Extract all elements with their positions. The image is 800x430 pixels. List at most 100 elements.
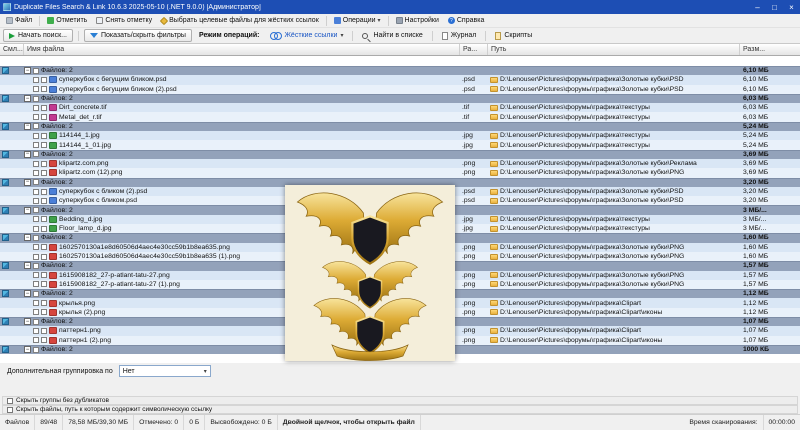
group-checkbox[interactable] <box>33 207 39 214</box>
group-row[interactable]: − Файлов: 2 6,03 МБ <box>0 93 800 104</box>
column-header-filename[interactable]: Имя файла <box>24 44 460 55</box>
start-search-button[interactable]: Начать поиск... <box>3 29 73 42</box>
collapse-toggle[interactable]: − <box>24 95 31 103</box>
file-mark-checkbox[interactable] <box>41 169 47 176</box>
file-mark-checkbox[interactable] <box>41 300 47 307</box>
file-row[interactable]: суперкубок с бегущим бликом.psd .psd D:\… <box>0 75 800 85</box>
collapse-toggle[interactable]: − <box>24 290 31 298</box>
file-mark-checkbox[interactable] <box>41 337 47 344</box>
file-mark-checkbox[interactable] <box>41 86 47 93</box>
file-row[interactable]: Metal_det_r.tif .tif D:\Lenouser\Picture… <box>0 112 800 122</box>
collapse-toggle[interactable]: − <box>24 234 31 242</box>
group-checkbox[interactable] <box>33 290 39 297</box>
menu-unmark[interactable]: Снять отметку <box>92 14 156 27</box>
group-checkbox[interactable] <box>33 95 39 102</box>
file-checkbox[interactable] <box>33 309 39 316</box>
hardlink-mode-dropdown[interactable]: Жёсткие ссылки ▾ <box>266 29 347 42</box>
file-mark-checkbox[interactable] <box>41 253 47 260</box>
file-mark-checkbox[interactable] <box>41 188 47 195</box>
file-checkbox[interactable] <box>33 253 39 260</box>
file-checkbox[interactable] <box>33 244 39 251</box>
journal-button[interactable]: Журнал <box>438 29 481 42</box>
file-row[interactable]: суперкубок с бегущим бликом (2).psd .psd… <box>0 84 800 94</box>
file-mark-checkbox[interactable] <box>41 160 47 167</box>
file-checkbox[interactable] <box>33 188 39 195</box>
group-row[interactable]: − Файлов: 2 3,69 МБ <box>0 149 800 159</box>
file-mark-checkbox[interactable] <box>41 76 47 83</box>
group-checkbox[interactable] <box>33 123 39 130</box>
file-mark-checkbox[interactable] <box>41 327 47 334</box>
file-mark-checkbox[interactable] <box>41 309 47 316</box>
file-row[interactable]: 114144_1_01.jpg .jpg D:\Lenouser\Picture… <box>0 140 800 150</box>
file-checkbox[interactable] <box>33 114 39 121</box>
file-row[interactable]: Dirt_concrete.tif .tif D:\Lenouser\Pictu… <box>0 103 800 113</box>
file-checkbox[interactable] <box>33 197 39 204</box>
find-in-list-button[interactable]: Найти в списке <box>358 29 426 42</box>
file-mark-checkbox[interactable] <box>41 244 47 251</box>
group-checkbox[interactable] <box>33 151 39 158</box>
collapse-toggle[interactable]: − <box>24 346 31 354</box>
file-mark-checkbox[interactable] <box>41 132 47 139</box>
collapse-toggle[interactable]: − <box>24 122 31 130</box>
file-checkbox[interactable] <box>33 327 39 334</box>
file-checkbox[interactable] <box>33 225 39 232</box>
file-checkbox[interactable] <box>33 169 39 176</box>
close-button[interactable]: × <box>783 0 800 14</box>
file-row[interactable]: klipartz.com.png .png D:\Lenouser\Pictur… <box>0 158 800 169</box>
column-header-links[interactable]: Смл... <box>0 44 24 55</box>
group-checkbox[interactable] <box>33 234 39 241</box>
collapse-toggle[interactable]: − <box>24 262 31 270</box>
collapse-toggle[interactable]: − <box>24 318 31 326</box>
file-checkbox[interactable] <box>33 337 39 344</box>
file-row[interactable]: klipartz.com (12).png .png D:\Lenouser\P… <box>0 168 800 178</box>
scripts-button[interactable]: Скрипты <box>491 29 536 42</box>
file-mark-checkbox[interactable] <box>41 197 47 204</box>
group-row[interactable]: − Файлов: 2 5,24 МБ <box>0 121 800 132</box>
group-checkbox[interactable] <box>33 179 39 186</box>
file-mark-checkbox[interactable] <box>41 216 47 223</box>
menu-select-hardlink-targets[interactable]: Выбрать целевые файлы для жёстких ссылок <box>157 14 323 27</box>
file-row[interactable]: 114144_1.jpg .jpg D:\Lenouser\Pictures\ф… <box>0 131 800 141</box>
toggle-filters-button[interactable]: Показать/скрыть фильтры <box>83 29 192 42</box>
file-checkbox[interactable] <box>33 76 39 83</box>
hide-groups-option[interactable]: Скрыть группы без дубликатов <box>2 396 798 405</box>
collapse-toggle[interactable]: − <box>24 150 31 158</box>
group-row[interactable]: − Файлов: 2 6,10 МБ <box>0 66 800 76</box>
menu-file[interactable]: Файл <box>2 14 36 27</box>
hide-symlink-checkbox[interactable] <box>7 406 13 413</box>
file-checkbox[interactable] <box>33 300 39 307</box>
menu-operations[interactable]: Операции ▾ <box>330 14 385 27</box>
file-mark-checkbox[interactable] <box>41 272 47 279</box>
file-mark-checkbox[interactable] <box>41 114 47 121</box>
file-checkbox[interactable] <box>33 104 39 111</box>
column-header-size[interactable]: Разм... <box>740 44 800 55</box>
hide-groups-checkbox[interactable] <box>7 397 13 404</box>
file-checkbox[interactable] <box>33 281 39 288</box>
group-checkbox[interactable] <box>33 318 39 325</box>
grouping-select[interactable]: Нет ▾ <box>118 365 211 377</box>
minimize-button[interactable]: – <box>749 0 766 14</box>
collapse-toggle[interactable]: − <box>24 67 31 75</box>
file-mark-checkbox[interactable] <box>41 104 47 111</box>
menu-settings[interactable]: Настройки <box>392 14 443 27</box>
group-checkbox[interactable] <box>33 346 39 353</box>
maximize-button[interactable]: □ <box>766 0 783 14</box>
file-mark-checkbox[interactable] <box>41 142 47 149</box>
column-header-path[interactable]: Путь <box>488 44 740 55</box>
file-checkbox[interactable] <box>33 216 39 223</box>
group-checkbox[interactable] <box>33 262 39 269</box>
collapse-toggle[interactable]: − <box>24 206 31 214</box>
file-checkbox[interactable] <box>33 86 39 93</box>
file-mark-checkbox[interactable] <box>41 225 47 232</box>
file-checkbox[interactable] <box>33 142 39 149</box>
file-checkbox[interactable] <box>33 160 39 167</box>
collapse-toggle[interactable]: − <box>24 178 31 186</box>
hide-symlink-files-option[interactable]: Скрыть файлы, путь к которым содержит си… <box>2 405 798 414</box>
group-checkbox[interactable] <box>33 67 39 74</box>
column-header-extension[interactable]: Ра... <box>460 44 488 55</box>
menu-help[interactable]: ? Справка <box>444 14 488 27</box>
menu-mark[interactable]: Отметить <box>43 14 91 27</box>
file-mark-checkbox[interactable] <box>41 281 47 288</box>
file-checkbox[interactable] <box>33 132 39 139</box>
file-checkbox[interactable] <box>33 272 39 279</box>
